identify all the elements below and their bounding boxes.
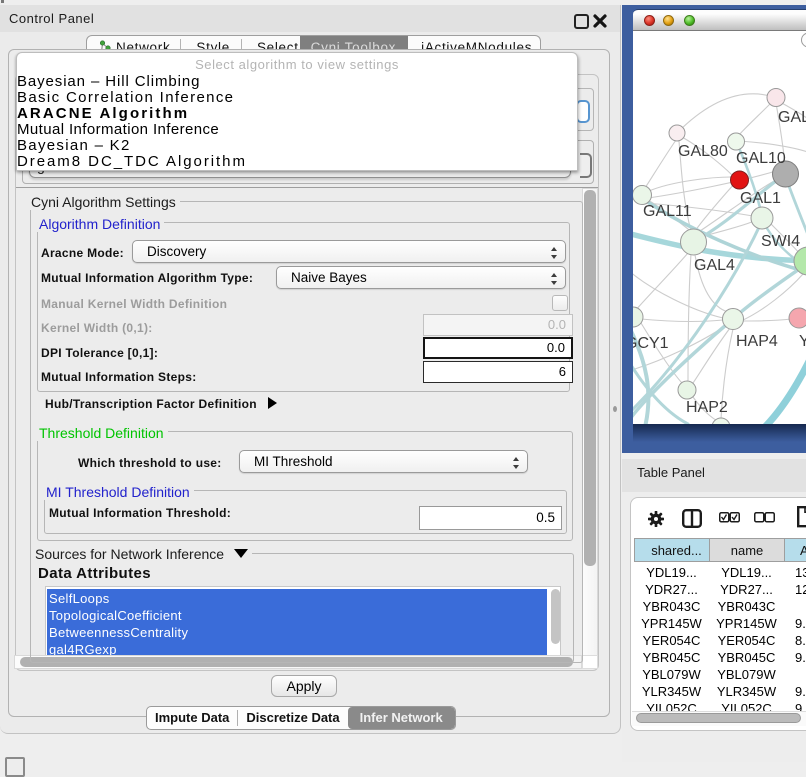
svg-text:GAL80: GAL80 <box>678 143 728 160</box>
svg-text:GCY1: GCY1 <box>633 335 669 352</box>
svg-text:GAL4: GAL4 <box>694 257 735 274</box>
svg-text:HAP4: HAP4 <box>736 333 778 350</box>
svg-text:GAL7: GAL7 <box>778 109 806 126</box>
svg-text:YJ: YJ <box>799 333 806 350</box>
svg-text:HAP2: HAP2 <box>686 399 728 416</box>
svg-text:GAL1: GAL1 <box>740 190 781 207</box>
svg-text:GAL10: GAL10 <box>736 150 786 167</box>
svg-text:SWI4: SWI4 <box>761 233 800 250</box>
svg-text:GAL11: GAL11 <box>643 203 692 220</box>
